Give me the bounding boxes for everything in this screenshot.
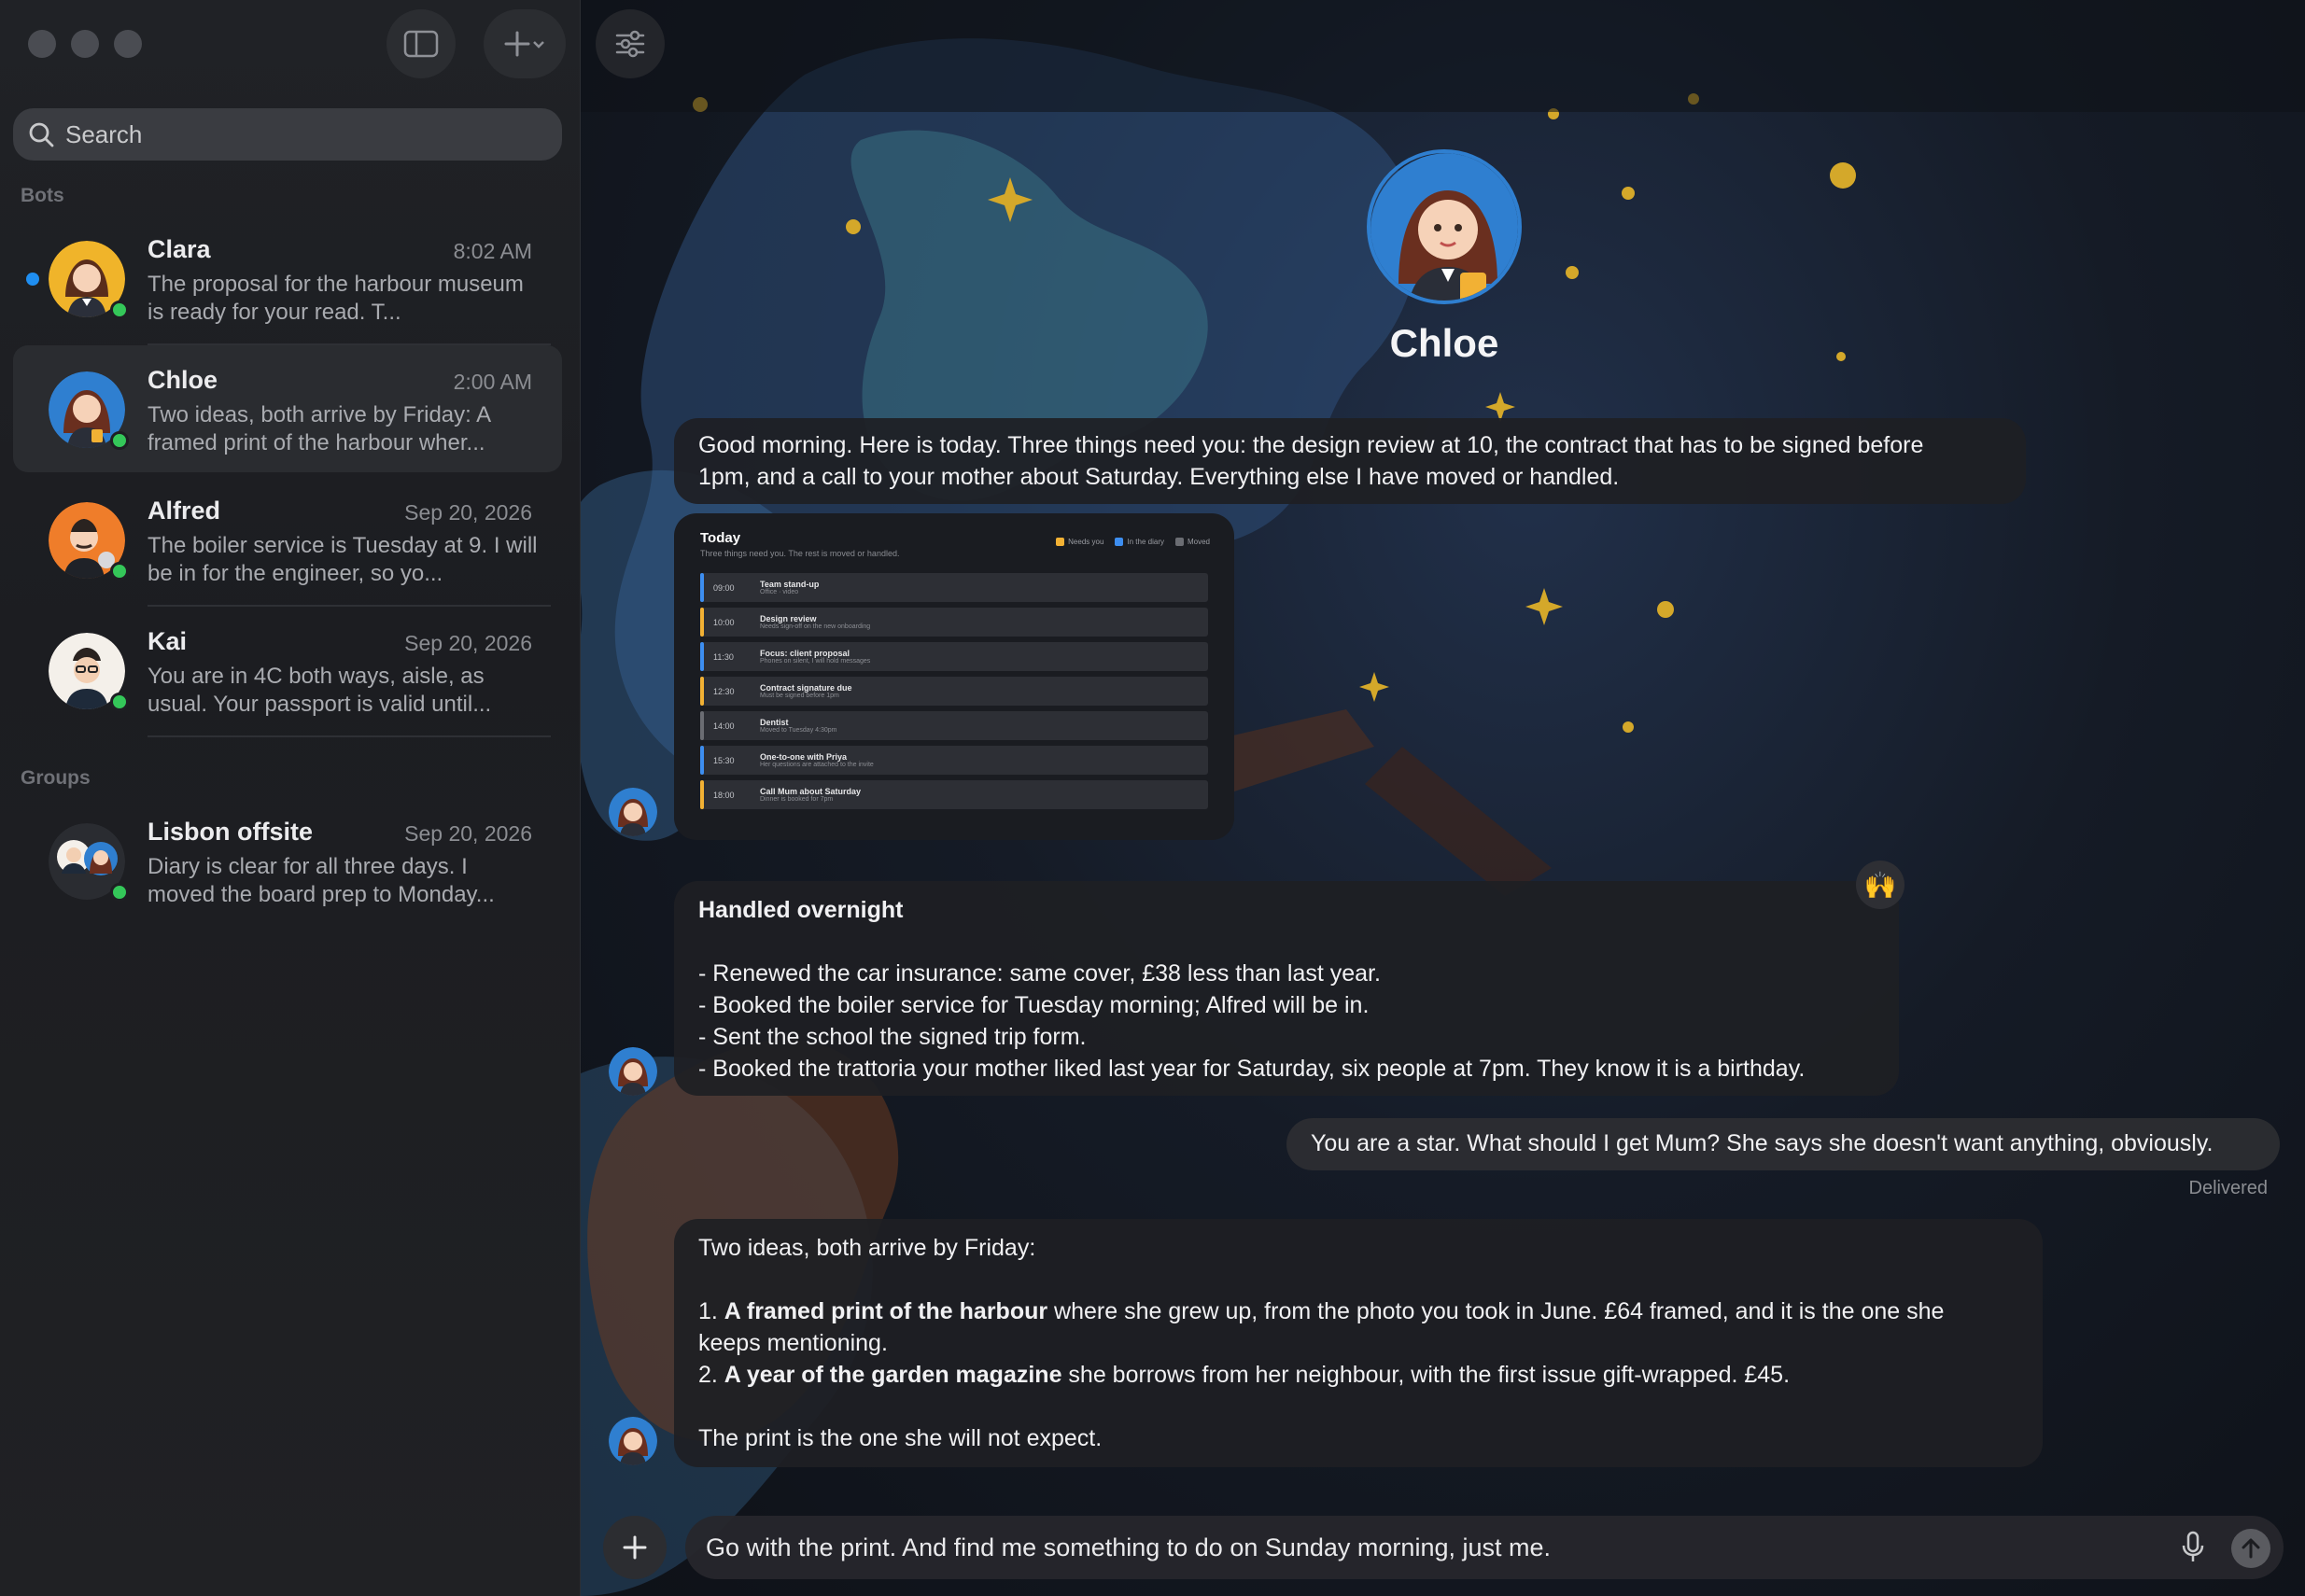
unread-indicator [26, 273, 39, 286]
schedule-row: 09:00 Team stand-up Office · video [700, 573, 1208, 602]
chat-name: Chloe [148, 366, 218, 394]
conversation-pane: Chloe Good morning. Here is today. Three… [581, 0, 2305, 1596]
toggle-sidebar-button[interactable] [387, 9, 456, 78]
message-avatar[interactable] [609, 1047, 657, 1096]
message-text: 2. A year of the garden magazine she bor… [698, 1362, 1791, 1388]
reaction-badge[interactable]: 🙌 [1856, 861, 1904, 909]
chat-preview: The proposal for the harbour museum is r… [148, 272, 524, 325]
window-zoom-button[interactable] [114, 30, 142, 58]
message-text: You are a star. What should I get Mum? S… [1311, 1130, 2214, 1156]
plus-icon [504, 31, 530, 57]
online-indicator [110, 693, 129, 711]
schedule-row: 14:00 Dentist Moved to Tuesday 4:30pm [700, 711, 1208, 740]
legend-item: In the diary [1115, 538, 1164, 546]
contact-avatar[interactable] [1367, 149, 1522, 304]
message-text: The print is the one she will not expect… [698, 1425, 1103, 1451]
message-title: Handled overnight [698, 897, 904, 923]
chat-item-alfred[interactable]: Alfred Sep 20, 2026 The boiler service i… [13, 476, 562, 603]
sidebar-icon [403, 30, 439, 58]
online-indicator [110, 562, 129, 581]
message-text: 1. A framed print of the harbour where s… [698, 1298, 1945, 1324]
sliders-icon [615, 30, 645, 58]
message-text: 1pm, and a call to your mother about Sat… [698, 464, 1620, 490]
chat-time: 8:02 AM [453, 239, 532, 263]
message-text: keeps mentioning. [698, 1330, 888, 1356]
chat-item-chloe[interactable]: Chloe 2:00 AM Two ideas, both arrive by … [13, 345, 562, 472]
chat-item-lisbon-offsite[interactable]: Lisbon offsite Sep 20, 2026 Diary is cle… [13, 797, 562, 924]
delivery-status: Delivered [2188, 1178, 2268, 1198]
plus-icon [623, 1535, 647, 1560]
schedule-row: 10:00 Design review Needs sign-off on the … [700, 608, 1208, 637]
new-chat-button[interactable] [484, 9, 566, 78]
message-text: Good morning. Here is today. Three thing… [698, 432, 1924, 458]
legend-item: Needs you [1056, 538, 1103, 546]
arrow-up-icon [2242, 1538, 2260, 1559]
chat-time: Sep 20, 2026 [404, 631, 532, 655]
chat-preview: You are in 4C both ways, aisle, as usual… [148, 664, 492, 717]
chat-time: 2:00 AM [453, 370, 532, 394]
chat-name: Alfred [148, 497, 221, 525]
chat-preview: Two ideas, both arrive by Friday: A fram… [148, 402, 490, 455]
message-avatar[interactable] [609, 788, 657, 836]
chat-name: Clara [148, 235, 211, 263]
schedule-row: 12:30 Contract signature due Must be signe… [700, 677, 1208, 706]
message-avatar[interactable] [609, 1417, 657, 1465]
schedule-row: 11:30 Focus: client proposal Phones on sil… [700, 642, 1208, 671]
online-indicator [110, 431, 129, 450]
chat-preview: The boiler service is Tuesday at 9. I wi… [148, 533, 538, 586]
chat-name: Lisbon offsite [148, 818, 313, 846]
message-text: - Renewed the car insurance: same cover,… [698, 960, 1381, 987]
window-minimize-button[interactable] [71, 30, 99, 58]
schedule-subtitle: Three things need you. The rest is moved… [700, 549, 900, 558]
filter-settings-button[interactable] [596, 9, 665, 78]
microphone-button[interactable] [2181, 1531, 2205, 1569]
attach-button[interactable] [603, 1516, 667, 1579]
schedule-card-image[interactable]: Today Three things need you. The rest is… [674, 513, 1234, 840]
chat-name: Kai [148, 627, 188, 655]
message-input[interactable]: Go with the print. And find me something… [685, 1516, 2284, 1579]
message-text: - Booked the trattoria your mother liked… [698, 1056, 1806, 1082]
message-input-text: Go with the print. And find me something… [706, 1533, 1552, 1561]
schedule-legend: Needs you In the diary Moved [1056, 538, 1210, 546]
chat-preview: Diary is clear for all three days. I mov… [148, 854, 495, 907]
search-input[interactable]: Search [13, 108, 562, 161]
legend-item: Moved [1174, 538, 1210, 546]
schedule-row: 18:00 Call Mum about Saturday Dinner is bo… [700, 780, 1208, 809]
search-placeholder: Search [65, 119, 143, 148]
schedule-row: 15:30 One-to-one with Priya Her questions … [700, 746, 1208, 775]
window-close-button[interactable] [28, 30, 56, 58]
message-text: - Sent the school the signed trip form. [698, 1024, 1087, 1050]
contact-name: Chloe [1389, 321, 1499, 365]
message-text: - Booked the boiler service for Tuesday … [698, 992, 1370, 1018]
sidebar: Search Bots Clara 8:02 AM The proposal f… [0, 0, 581, 1596]
message-bubble: Two ideas, both arrive by Friday: 1. A f… [674, 1219, 2043, 1467]
chat-item-kai[interactable]: Kai Sep 20, 2026 You are in 4C both ways… [13, 607, 562, 734]
message-bubble: Handled overnight - Renewed the car insu… [674, 881, 1899, 1096]
search-icon [29, 122, 54, 147]
online-indicator [110, 301, 129, 319]
section-title-bots: Bots [21, 185, 64, 206]
user-message-bubble: You are a star. What should I get Mum? S… [1286, 1118, 2280, 1170]
online-indicator [110, 883, 129, 902]
divider [148, 735, 551, 737]
microphone-icon [2182, 1531, 2204, 1561]
send-button[interactable] [2231, 1529, 2270, 1568]
chat-time: Sep 20, 2026 [404, 821, 532, 846]
message-text: Two ideas, both arrive by Friday: [698, 1235, 1036, 1261]
section-title-groups: Groups [21, 767, 91, 789]
chat-time: Sep 20, 2026 [404, 500, 532, 525]
chat-item-clara[interactable]: Clara 8:02 AM The proposal for the harbo… [13, 215, 562, 342]
chevron-down-icon [533, 41, 544, 49]
message-bubble: Good morning. Here is today. Three thing… [674, 418, 2026, 504]
